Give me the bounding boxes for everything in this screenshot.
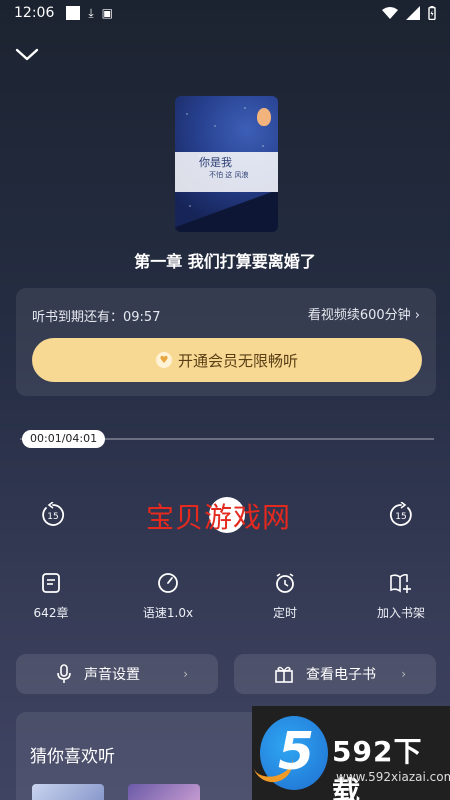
- watch-video-extend-link[interactable]: 看视频续600分钟 ›: [308, 304, 420, 323]
- recommend-title: 猜你喜欢听: [30, 747, 115, 767]
- skip-back-15-icon[interactable]: 15: [40, 502, 66, 528]
- timer-button[interactable]: 定时: [240, 572, 330, 621]
- cover-subtitle: 不怕 这 风浪: [209, 171, 249, 179]
- battery-icon: [428, 6, 436, 20]
- chapters-label: 642章: [33, 606, 69, 620]
- chevron-down-icon[interactable]: [14, 44, 40, 64]
- speed-label: 语速1.0x: [142, 606, 194, 620]
- progress-time-label[interactable]: 00:01/04:01: [22, 430, 106, 448]
- chapter-title: 第一章 我们打算要离婚了: [134, 252, 316, 271]
- chevron-right-icon: ›: [401, 667, 406, 681]
- timer-icon: [276, 573, 294, 593]
- status-time: 12:06: [14, 5, 55, 21]
- chapter-list-icon: [42, 573, 60, 593]
- skip-forward-15-icon[interactable]: 15: [388, 502, 414, 528]
- cover-hill: [175, 192, 278, 232]
- skip-forward-label: 15: [395, 512, 406, 522]
- signal-icon: [406, 6, 420, 20]
- speed-icon: [158, 573, 178, 593]
- vip-card: 听书到期还有：09:57 看视频续600分钟 › ♥ 开通会员无限畅听: [16, 288, 436, 396]
- cover-balloon: [257, 108, 271, 126]
- cover-title: 你是我: [199, 156, 232, 169]
- book-cover: 你是我 不怕 这 风浪: [175, 96, 278, 232]
- app-notification-icon: ▣: [101, 6, 114, 20]
- notification-icon: [66, 6, 81, 20]
- voice-settings-button[interactable]: 声音设置 ›: [16, 654, 218, 694]
- timer-label: 定时: [272, 606, 297, 620]
- add-bookshelf-label: 加入书架: [376, 606, 425, 620]
- recommend-book-thumb[interactable]: [128, 784, 200, 800]
- trial-remaining-text: 听书到期还有：09:57: [32, 310, 161, 325]
- view-ebook-label: 查看电子书: [306, 667, 376, 683]
- speed-button[interactable]: 语速1.0x: [123, 572, 213, 621]
- gift-book-icon: [275, 666, 293, 683]
- chevron-right-icon: ›: [183, 667, 188, 681]
- skip-back-label: 15: [47, 512, 58, 522]
- microphone-icon: [57, 664, 71, 683]
- wifi-icon: [382, 7, 398, 19]
- status-bar: 12:06 ⤓ ▣: [0, 0, 450, 26]
- logo-url: www.592xiazai.com: [336, 770, 450, 784]
- chapters-button[interactable]: 642章: [6, 572, 96, 621]
- add-bookshelf-button[interactable]: 加入书架: [356, 572, 446, 621]
- voice-settings-label: 声音设置: [84, 667, 140, 683]
- logo-five: 5: [278, 722, 315, 782]
- view-ebook-button[interactable]: 查看电子书 ›: [234, 654, 436, 694]
- recommend-book-thumb[interactable]: [32, 784, 104, 800]
- open-vip-label: 开通会员无限畅听: [177, 351, 298, 370]
- site-watermark: 宝贝游戏网: [146, 501, 292, 534]
- logo-brand: 592下载: [332, 735, 423, 800]
- open-vip-button[interactable]: ♥ 开通会员无限畅听: [32, 338, 422, 382]
- heart-icon: ♥: [155, 352, 172, 368]
- add-bookshelf-icon: [390, 573, 411, 593]
- site-logo: 5 592下载 www.592xiazai.com: [250, 706, 450, 800]
- download-icon: ⤓: [88, 6, 94, 20]
